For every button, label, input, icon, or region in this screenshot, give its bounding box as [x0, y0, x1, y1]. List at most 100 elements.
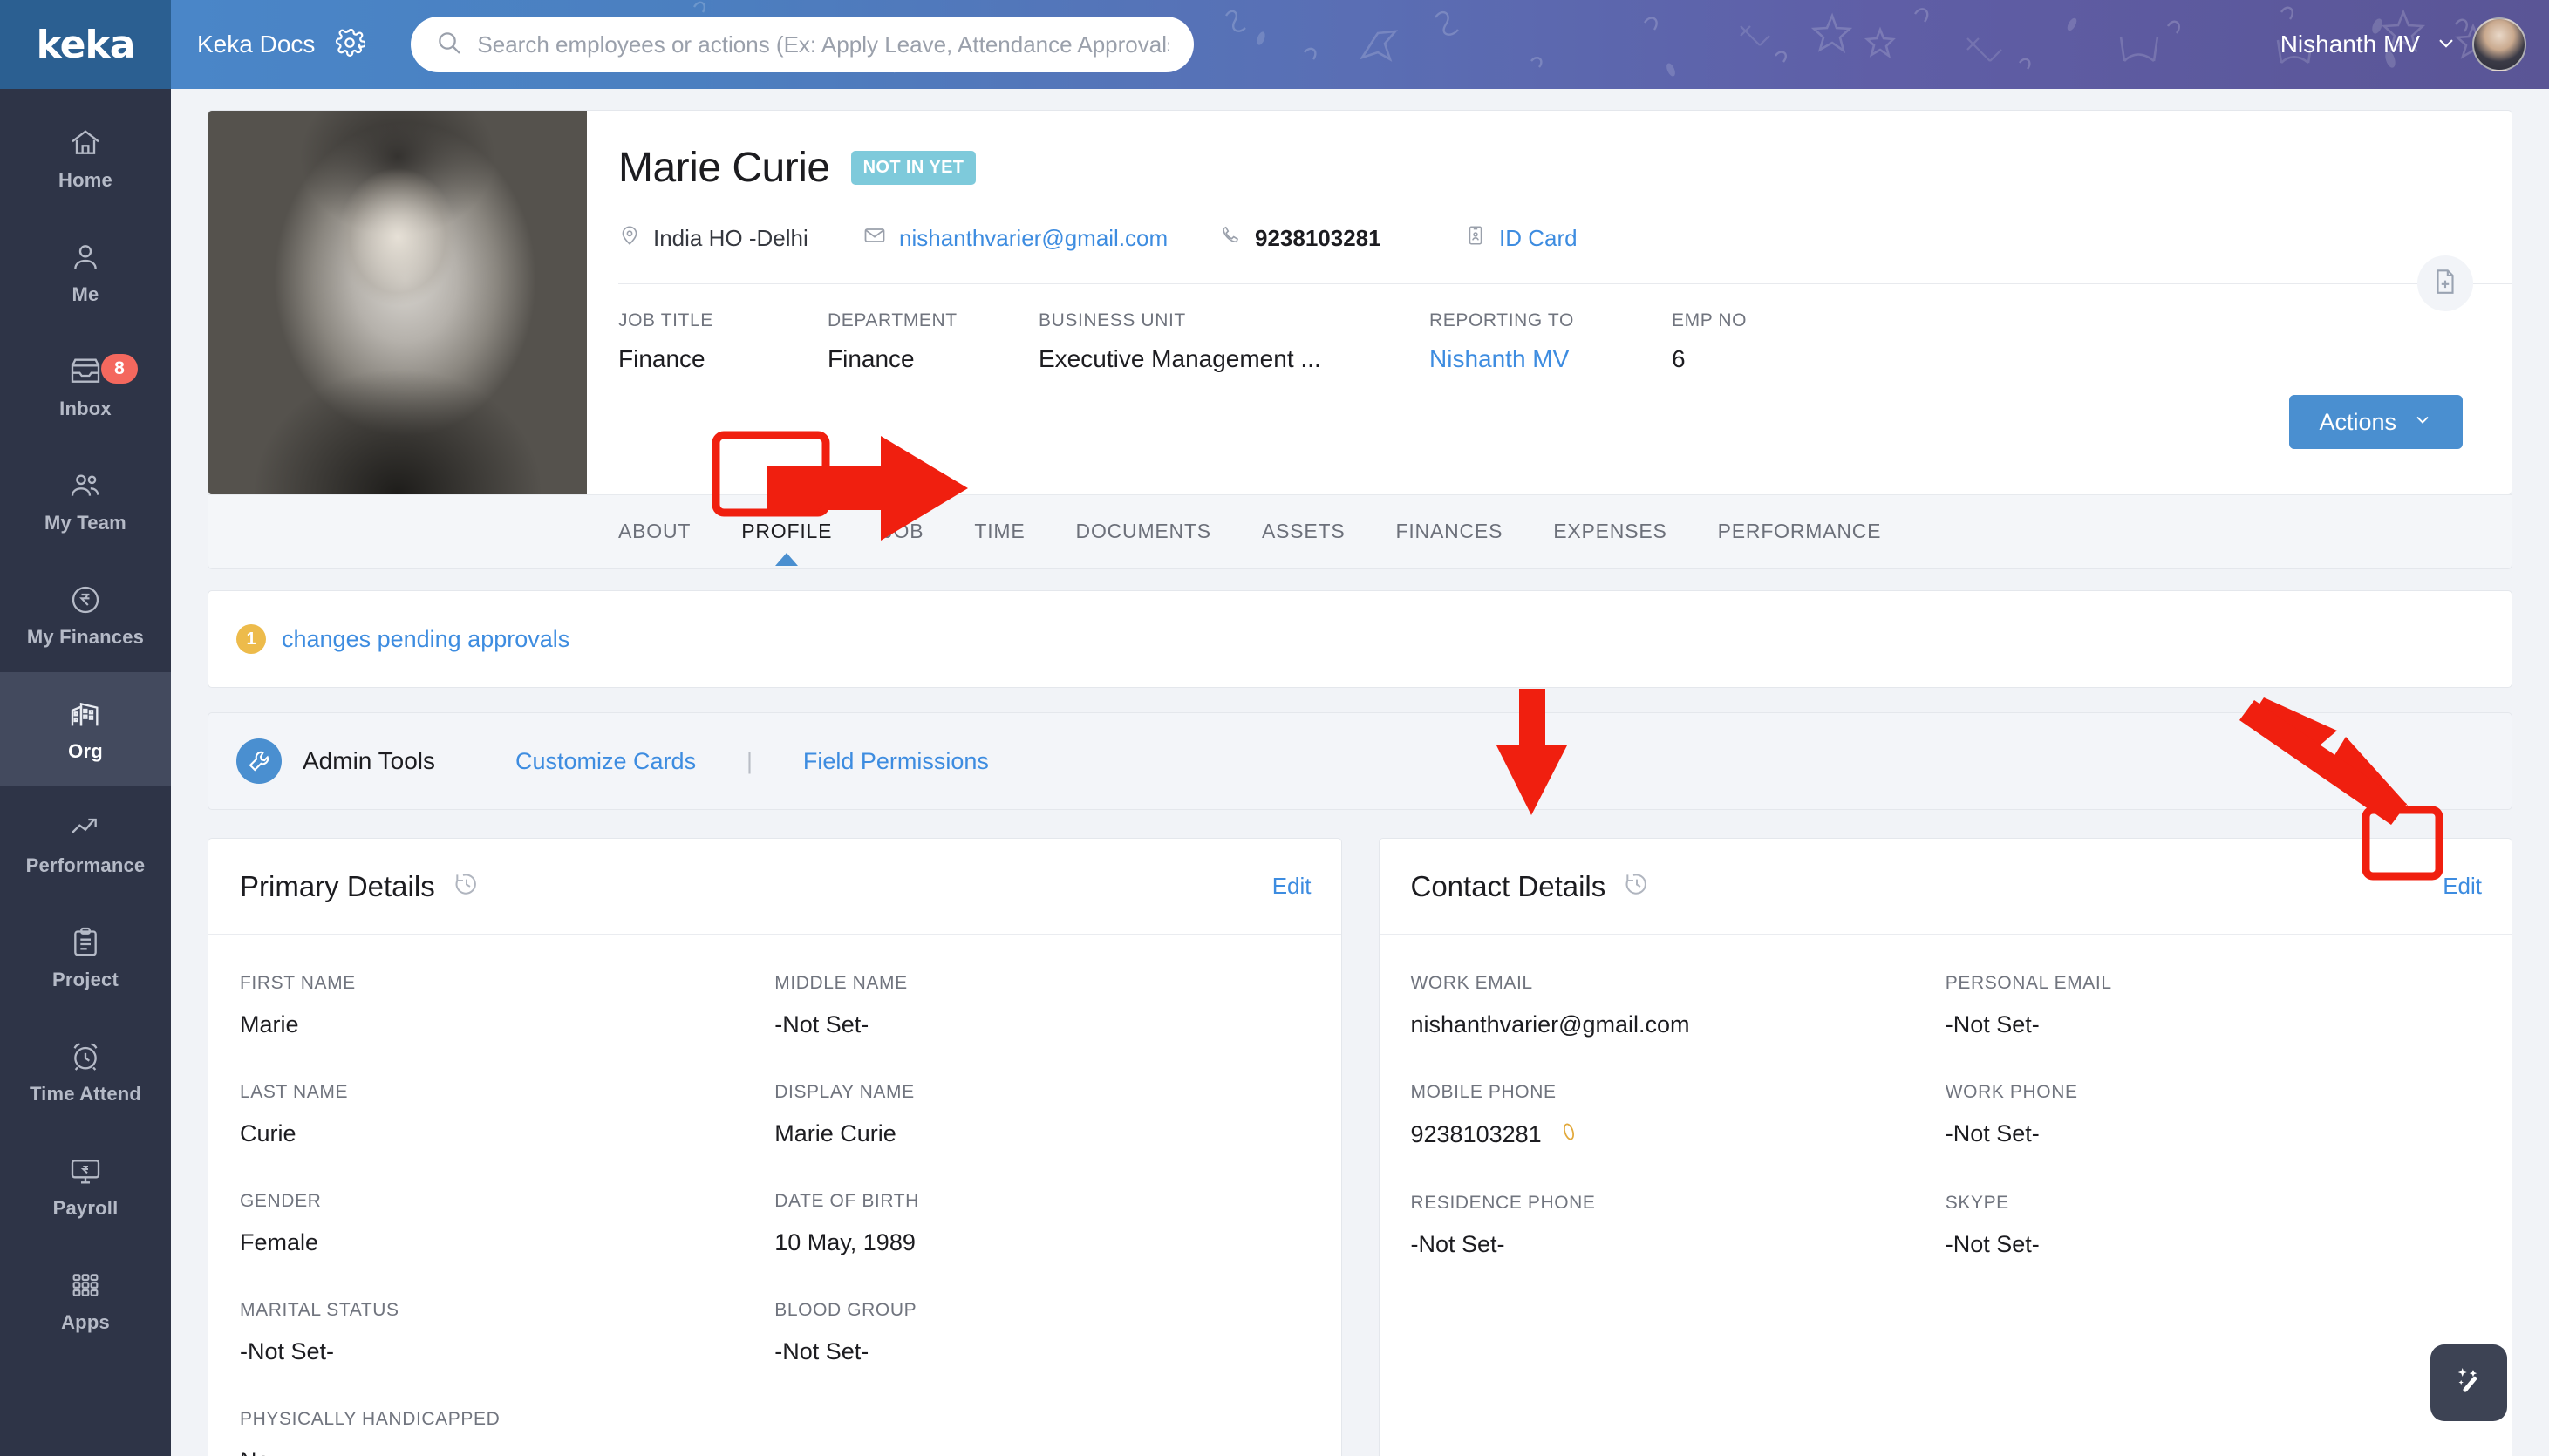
sidebar-item-label: Apps	[61, 1310, 110, 1333]
sidebar-item-label: Org	[68, 739, 103, 762]
emp-no-field: EMP NO 6	[1672, 310, 1747, 373]
search-input[interactable]	[477, 31, 1170, 58]
tab-about[interactable]: ABOUT	[618, 495, 691, 543]
primary-details-header: Primary Details Edit	[208, 839, 1341, 935]
keka-docs-link[interactable]: Keka Docs	[197, 31, 315, 58]
sidebar-item-my-team[interactable]: My Team	[0, 444, 171, 558]
tab-time[interactable]: TIME	[974, 495, 1025, 543]
sidebar-item-me[interactable]: Me	[0, 215, 171, 330]
tab-finances[interactable]: FINANCES	[1396, 495, 1503, 543]
magic-assistant-button[interactable]	[2430, 1344, 2507, 1421]
primary-details-edit-button[interactable]: Edit	[1272, 873, 1312, 900]
sidebar-item-my-finances[interactable]: My Finances	[0, 558, 171, 672]
keka-logo[interactable]: keka	[0, 0, 171, 89]
keka-logo-text: keka	[36, 22, 136, 67]
tab-expenses[interactable]: EXPENSES	[1553, 495, 1666, 543]
field-value: 9238103281	[1410, 1121, 1542, 1147]
contact-details-body: WORK EMAIL nishanthvarier@gmail.com PERS…	[1380, 935, 2512, 1328]
field-value: -Not Set-	[1410, 1231, 1505, 1257]
actions-button[interactable]: Actions	[2289, 395, 2463, 449]
search-box[interactable]	[411, 17, 1195, 72]
grid-dots-icon	[68, 1268, 103, 1303]
page-title: Marie Curie	[618, 145, 830, 191]
search-icon	[435, 29, 463, 61]
tab-job[interactable]: JOB	[883, 495, 924, 543]
reporting-to-field: REPORTING TO Nishanth MV	[1429, 310, 1672, 373]
trend-up-icon	[68, 811, 103, 846]
field-label: GENDER	[240, 1191, 322, 1211]
tab-assets[interactable]: ASSETS	[1262, 495, 1346, 543]
main-content: Marie Curie NOT IN YET India HO -Delhi n…	[171, 89, 2549, 1456]
field-date-of-birth: DATE OF BIRTH 10 May, 1989	[774, 1191, 1309, 1256]
field-label: LAST NAME	[240, 1082, 349, 1102]
field-label: REPORTING TO	[1429, 310, 1574, 330]
tab-documents[interactable]: DOCUMENTS	[1076, 495, 1211, 543]
field-value: Finance	[828, 345, 915, 372]
phone-text: 9238103281	[1255, 225, 1381, 251]
reporting-to-link[interactable]: Nishanth MV	[1429, 345, 1672, 373]
inbox-icon	[68, 354, 103, 389]
tab-performance[interactable]: PERFORMANCE	[1718, 495, 1882, 543]
field-label: DEPARTMENT	[828, 310, 958, 330]
field-label: MIDDLE NAME	[774, 973, 908, 993]
sidebar-item-org[interactable]: Org	[0, 672, 171, 786]
envelope-icon	[862, 223, 887, 254]
customize-cards-link[interactable]: Customize Cards	[515, 748, 696, 775]
contact-details-edit-button[interactable]: Edit	[2443, 873, 2482, 900]
field-value: Finance	[618, 345, 705, 372]
field-label: BUSINESS UNIT	[1039, 310, 1186, 330]
id-card-link[interactable]: ID Card	[1499, 225, 1578, 252]
sidebar-item-time-attend[interactable]: Time Attend	[0, 1015, 171, 1129]
actions-button-label: Actions	[2319, 408, 2396, 435]
people-icon	[68, 468, 103, 503]
add-document-button[interactable]	[2417, 255, 2473, 311]
contact-details-header: Contact Details Edit	[1379, 839, 2512, 935]
field-marital-status: MARITAL STATUS -Not Set-	[240, 1300, 774, 1365]
pending-count-badge: 1	[236, 624, 266, 654]
tab-label: DOCUMENTS	[1075, 520, 1211, 542]
sidebar-item-apps[interactable]: Apps	[0, 1243, 171, 1357]
content-area: Keka Docs Nishanth MV	[171, 0, 2549, 1456]
field-label: PHYSICALLY HANDICAPPED	[240, 1409, 501, 1429]
id-card-meta[interactable]: ID Card	[1464, 224, 1578, 253]
field-label: WORK EMAIL	[1410, 973, 1533, 993]
user-menu[interactable]: Nishanth MV	[2280, 0, 2526, 89]
admin-separator: |	[746, 747, 753, 774]
active-tab-caret	[775, 553, 799, 566]
field-display-name: DISPLAY NAME Marie Curie	[774, 1082, 1309, 1147]
tabs-inner: ABOUT PROFILE JOB TIME DOCUMENTS ASSETS …	[587, 495, 1932, 566]
avatar[interactable]	[2472, 17, 2526, 71]
field-gender: GENDER Female	[240, 1191, 774, 1256]
location-text: India HO -Delhi	[653, 225, 808, 251]
sidebar-item-project[interactable]: Project	[0, 901, 171, 1015]
contact-details-card: Contact Details Edit WORK EMAIL nishanth…	[1378, 838, 2512, 1456]
sidebar-item-inbox[interactable]: 8 Inbox	[0, 330, 171, 444]
history-icon[interactable]	[453, 870, 480, 902]
chevron-down-icon[interactable]	[2434, 31, 2458, 59]
email-link[interactable]: nishanthvarier@gmail.com	[899, 225, 1168, 252]
field-permissions-link[interactable]: Field Permissions	[803, 748, 989, 775]
field-value: -Not Set-	[1945, 1011, 2040, 1038]
history-icon[interactable]	[1623, 870, 1651, 902]
rupee-circle-icon	[68, 582, 103, 617]
field-label: BLOOD GROUP	[774, 1300, 917, 1320]
field-label: RESIDENCE PHONE	[1410, 1193, 1596, 1213]
person-icon	[68, 240, 103, 275]
field-mobile-phone: MOBILE PHONE 9238103281	[1411, 1082, 1946, 1149]
sidebar-item-payroll[interactable]: Payroll	[0, 1129, 171, 1243]
tab-label: PERFORMANCE	[1717, 520, 1882, 542]
phone-icon	[1220, 224, 1243, 253]
tab-profile[interactable]: PROFILE	[741, 495, 832, 566]
pending-approvals-link[interactable]: changes pending approvals	[282, 626, 569, 653]
inbox-badge: 8	[101, 354, 138, 384]
sidebar-item-home[interactable]: Home	[0, 101, 171, 215]
sidebar-item-label: Home	[58, 168, 112, 191]
field-first-name: FIRST NAME Marie	[240, 973, 774, 1038]
field-value-row: 9238103281	[1411, 1120, 1946, 1149]
sidebar-item-performance[interactable]: Performance	[0, 786, 171, 901]
field-label: PERSONAL EMAIL	[1945, 973, 2112, 993]
pending-change-icon	[1557, 1120, 1580, 1149]
employee-photo	[208, 111, 587, 494]
field-value: Marie Curie	[774, 1120, 896, 1146]
gear-icon[interactable]	[334, 27, 367, 63]
